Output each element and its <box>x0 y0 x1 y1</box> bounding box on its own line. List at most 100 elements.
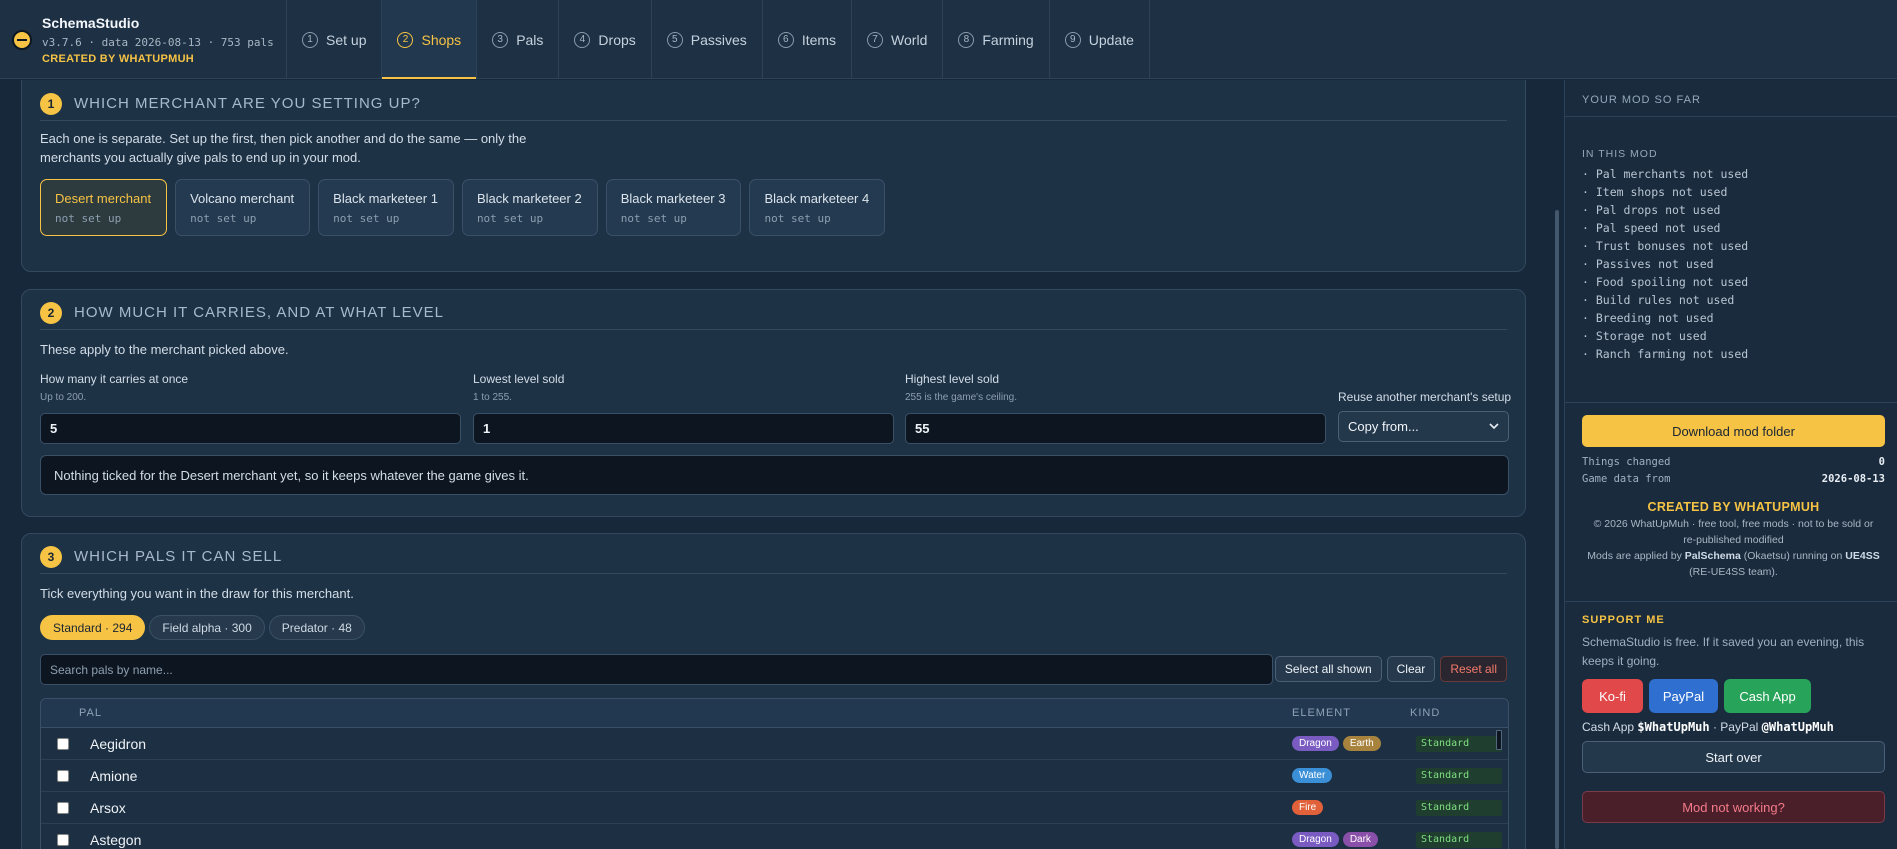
carry-level-section: 2 HOW MUCH IT CARRIES, AND AT WHAT LEVEL… <box>21 289 1526 517</box>
applied-by-line: Mods are applied by PalSchema (Okaetsu) … <box>1587 550 1880 562</box>
tab-number: 7 <box>867 31 884 48</box>
tab-label: Update <box>1088 31 1134 48</box>
copy-from-select[interactable]: Copy from... <box>1338 411 1509 442</box>
start-over-button[interactable]: Start over <box>1582 741 1885 773</box>
mod-not-working-button[interactable]: Mod not working? <box>1582 791 1885 823</box>
chevron-down-icon <box>1489 423 1499 430</box>
kind-filter-pill[interactable]: Field alpha · 300 <box>149 615 265 640</box>
tab-label: Shops <box>421 31 462 48</box>
element-cell: Fire <box>1292 800 1416 815</box>
copyright-line1: © 2026 WhatUpMuh · free tool, free mods … <box>1593 518 1874 530</box>
tab-number: 3 <box>492 31 509 48</box>
lowest-level-input[interactable]: 1 <box>473 413 894 444</box>
section-description: Tick everything you want in the draw for… <box>40 586 354 601</box>
element-tag: Dark <box>1342 832 1378 847</box>
table-row[interactable]: Arsox Fire Standard <box>41 792 1508 824</box>
tab-passives[interactable]: 5 Passives <box>652 0 763 79</box>
applied-by-line2: (RE-UE4SS team). <box>1689 566 1778 578</box>
merchant-name: Volcano merchant <box>190 191 295 206</box>
merchant-status: not set up <box>190 212 257 225</box>
tab-world[interactable]: 7 World <box>852 0 944 79</box>
mod-item: · Item shops not used <box>1582 185 1728 199</box>
merchant-status: not set up <box>55 212 122 225</box>
merchant-option[interactable]: Black marketeer 4 not set up <box>749 179 886 236</box>
step-number: 3 <box>40 545 62 568</box>
merchant-name: Black marketeer 3 <box>620 191 726 206</box>
merchant-name: Black marketeer 4 <box>764 191 870 206</box>
tab-number: 6 <box>777 31 794 48</box>
tab-label: Pals <box>516 31 544 48</box>
tab-farming[interactable]: 8 Farming <box>943 0 1050 79</box>
section-description: These apply to the merchant picked above… <box>40 342 289 357</box>
copy-from-value: Copy from... <box>1348 419 1419 434</box>
support-text-line2: keeps it going. <box>1582 654 1660 668</box>
merchant-section: 1 WHICH MERCHANT ARE YOU SETTING UP? Eac… <box>21 80 1526 272</box>
element-tag: Fire <box>1292 800 1324 815</box>
main-scrollbar[interactable] <box>1555 210 1559 849</box>
lowest-level-label: Lowest level sold <box>473 372 565 386</box>
pal-name: Astegon <box>90 831 142 848</box>
highest-level-label: Highest level sold <box>905 372 1000 386</box>
merchant-status: not set up <box>620 212 687 225</box>
pal-search-input[interactable]: Search pals by name... <box>40 654 1273 685</box>
tab-items[interactable]: 6 Items <box>763 0 853 79</box>
pal-checkbox[interactable] <box>57 801 69 814</box>
mod-item: · Pal merchants not used <box>1582 167 1749 181</box>
tab-update[interactable]: 9 Update <box>1050 0 1150 79</box>
tab-number: 5 <box>666 31 683 48</box>
merchant-option[interactable]: Black marketeer 2 not set up <box>461 179 598 236</box>
pal-name: Amione <box>90 767 138 784</box>
pal-checkbox[interactable] <box>57 737 69 750</box>
table-scrollbar[interactable] <box>1496 730 1502 750</box>
things-changed-row: Things changed 0 <box>1582 456 1885 468</box>
section-title: WHICH PALS IT CAN SELL <box>74 548 283 565</box>
tab-pals[interactable]: 3 Pals <box>477 0 560 79</box>
merchant-status: not set up <box>764 212 831 225</box>
select-all-button[interactable]: Select all shown <box>1274 656 1382 682</box>
clear-button[interactable]: Clear <box>1386 656 1436 682</box>
kofi-button[interactable]: Ko-fi <box>1582 679 1643 713</box>
table-row[interactable]: Astegon Dragon Dark Standard <box>41 824 1508 849</box>
carry-hint: Up to 200. <box>40 392 87 403</box>
tab-set-up[interactable]: 1 Set up <box>287 0 383 79</box>
merchant-picker: Desert merchant not set up Volcano merchan… <box>40 179 886 236</box>
merchant-option[interactable]: Volcano merchant not set up <box>175 179 311 236</box>
table-row[interactable]: Amione Water Standard <box>41 760 1508 792</box>
tab-drops[interactable]: 4 Drops <box>559 0 652 79</box>
paypal-button[interactable]: PayPal <box>1649 679 1718 713</box>
sidebar-title: YOUR MOD SO FAR <box>1582 94 1701 106</box>
carry-label: How many it carries at once <box>40 372 189 386</box>
tab-shops[interactable]: 2 Shops <box>382 0 478 79</box>
cashapp-button[interactable]: Cash App <box>1724 679 1811 713</box>
tab-label: Drops <box>598 31 636 48</box>
mod-item: · Food spoiling not used <box>1582 275 1749 289</box>
kind-filter-pill[interactable]: Predator · 48 <box>268 615 365 640</box>
mod-items-list: · Pal merchants not used · Item shops not… <box>1582 165 1885 363</box>
merchant-option[interactable]: Black marketeer 1 not set up <box>318 179 454 236</box>
merchant-option[interactable]: Black marketeer 3 not set up <box>605 179 742 236</box>
summary-sidebar: YOUR MOD SO FAR IN THIS MOD · Pal mercha… <box>1564 80 1897 849</box>
element-cell: Dragon Earth <box>1292 736 1416 751</box>
pal-name: Aegidron <box>90 735 147 752</box>
highest-level-input[interactable]: 55 <box>905 413 1326 444</box>
column-pal: PAL <box>79 707 102 719</box>
element-cell: Water <box>1292 768 1416 783</box>
kind-filter-pill[interactable]: Standard · 294 <box>40 615 146 640</box>
element-cell: Dragon Dark <box>1292 832 1416 847</box>
carry-count-input[interactable]: 5 <box>40 413 461 444</box>
merchant-status-note: Nothing ticked for the Desert merchant y… <box>40 455 1509 495</box>
pals-section: 3 WHICH PALS IT CAN SELL Tick everything… <box>21 533 1526 849</box>
kind-filters: Standard · 294 Field alpha · 300 Predator … <box>40 615 369 640</box>
copyright-line2: re-published modified <box>1683 534 1784 546</box>
tab-number: 2 <box>397 31 414 48</box>
tab-label: Passives <box>690 31 747 48</box>
pal-checkbox[interactable] <box>57 769 69 782</box>
table-row[interactable]: Aegidron Dragon Earth Standard <box>41 728 1508 760</box>
step-number: 1 <box>40 92 62 115</box>
merchant-option[interactable]: Desert merchant not set up <box>40 179 168 236</box>
reset-all-button[interactable]: Reset all <box>1440 656 1507 682</box>
download-mod-button[interactable]: Download mod folder <box>1582 415 1885 447</box>
pal-checkbox[interactable] <box>57 833 69 846</box>
tab-number: 9 <box>1064 31 1081 48</box>
column-element: ELEMENT <box>1292 707 1351 719</box>
